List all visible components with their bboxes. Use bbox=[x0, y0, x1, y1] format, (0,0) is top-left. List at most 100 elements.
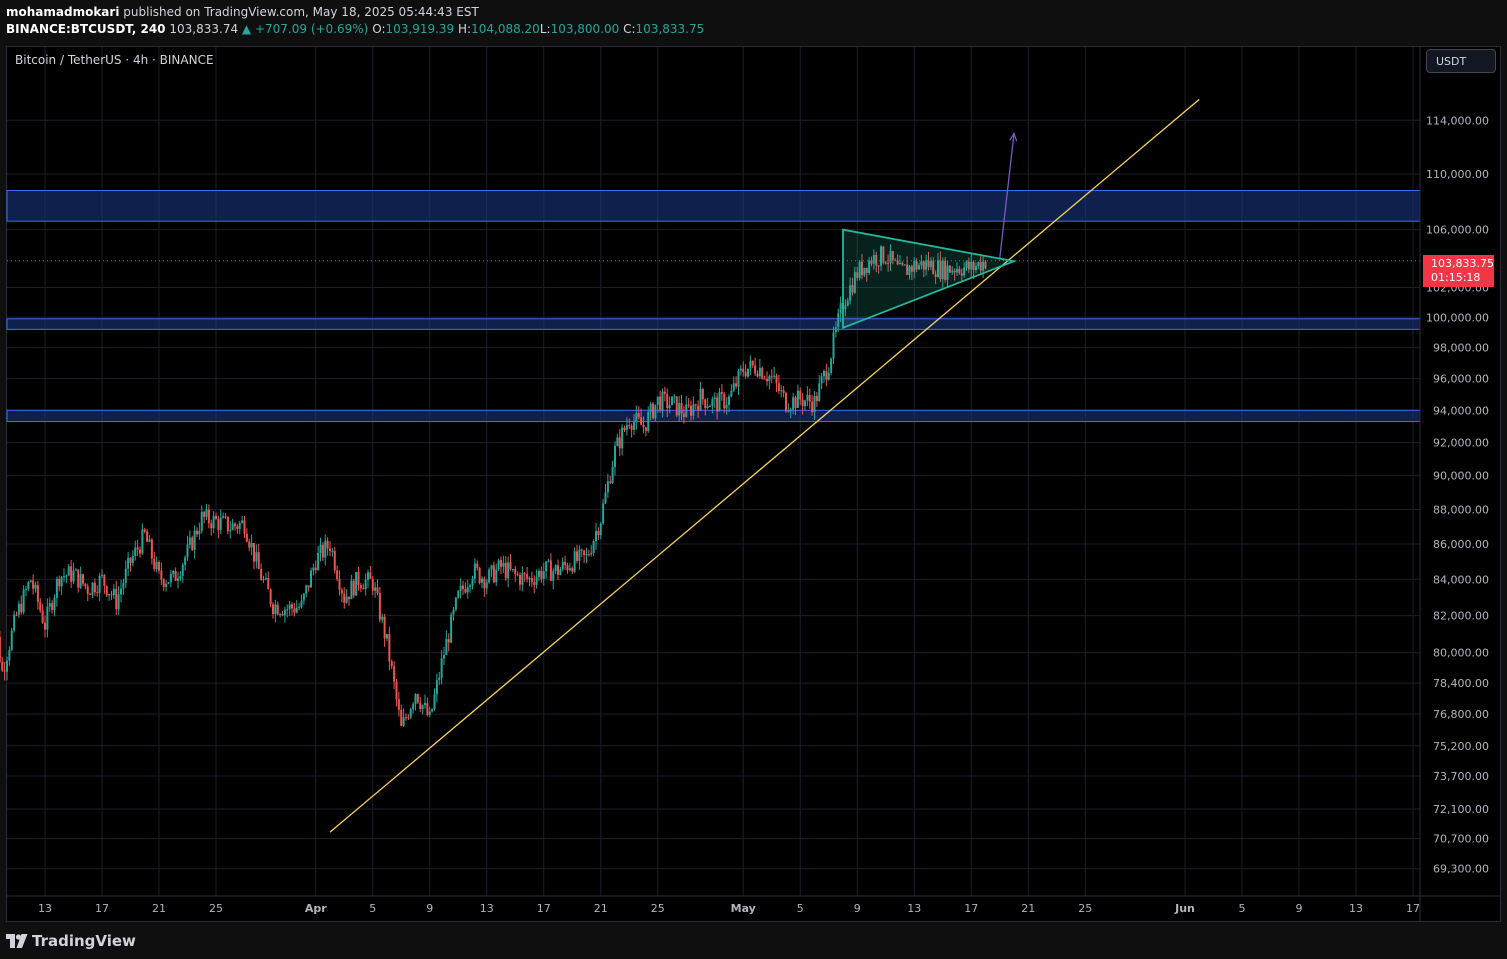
candle-up bbox=[592, 541, 595, 554]
candle-up bbox=[67, 566, 70, 576]
candle-up bbox=[692, 404, 695, 416]
candle-up bbox=[212, 515, 215, 529]
candle-up bbox=[459, 585, 462, 592]
time-tick-label: 9 bbox=[1296, 902, 1303, 915]
candle-up bbox=[561, 561, 564, 570]
candle-down bbox=[388, 633, 391, 662]
candle-up bbox=[792, 397, 795, 410]
price-tick-label: 80,000.00 bbox=[1433, 647, 1489, 660]
candle-up bbox=[466, 587, 469, 593]
candle-up bbox=[635, 413, 638, 422]
candle-down bbox=[628, 425, 631, 427]
candle-down bbox=[210, 523, 213, 529]
candle-down bbox=[504, 562, 507, 579]
candle-up bbox=[274, 604, 277, 615]
candle-up bbox=[148, 539, 151, 542]
candle-down bbox=[754, 365, 757, 374]
candle-up bbox=[374, 587, 377, 591]
candle-up bbox=[440, 658, 443, 678]
chart-grid bbox=[7, 47, 1420, 896]
price-zone bbox=[6, 189, 1421, 222]
price-chart[interactable]: 114,000.00110,000.00106,000.00102,000.00… bbox=[0, 0, 1507, 959]
candle-down bbox=[509, 562, 512, 570]
candle-up bbox=[813, 396, 816, 413]
candle-up bbox=[758, 367, 761, 377]
price-tick-label: 114,000.00 bbox=[1426, 114, 1489, 127]
candle-up bbox=[604, 492, 607, 504]
candle-down bbox=[723, 394, 726, 409]
candle-up bbox=[457, 591, 460, 598]
candle-up bbox=[573, 551, 576, 572]
candle-down bbox=[307, 585, 310, 588]
candle-down bbox=[533, 582, 536, 585]
candle-up bbox=[481, 578, 483, 583]
candle-up bbox=[141, 529, 144, 554]
candle-down bbox=[652, 403, 654, 419]
candle-down bbox=[395, 681, 398, 700]
candle-up bbox=[179, 575, 182, 579]
candle-up bbox=[98, 575, 101, 593]
candle-down bbox=[139, 549, 141, 554]
price-tick-label: 100,000.00 bbox=[1426, 311, 1489, 324]
candle-down bbox=[426, 703, 429, 716]
candle-down bbox=[744, 372, 747, 377]
candle-up bbox=[250, 543, 253, 548]
candle-up bbox=[364, 579, 367, 590]
candle-up bbox=[718, 392, 721, 412]
candle-down bbox=[763, 378, 766, 380]
currency-button[interactable]: USDT bbox=[1426, 49, 1496, 73]
candle-down bbox=[248, 541, 251, 548]
candle-down bbox=[701, 389, 704, 400]
time-tick-label: 17 bbox=[95, 902, 109, 915]
candle-down bbox=[146, 531, 149, 542]
candle-down bbox=[217, 519, 220, 530]
candle-up bbox=[381, 616, 384, 620]
candle-up bbox=[55, 578, 58, 598]
candle-down bbox=[224, 516, 227, 518]
candle-up bbox=[229, 529, 232, 532]
time-tick-label: 17 bbox=[1406, 902, 1420, 915]
candle-down bbox=[618, 437, 621, 449]
candle-down bbox=[226, 516, 229, 532]
candle-down bbox=[93, 582, 96, 593]
candle-down bbox=[571, 568, 574, 572]
candle-up bbox=[112, 588, 115, 596]
candle-down bbox=[523, 573, 526, 575]
candle-up bbox=[46, 606, 49, 630]
candle-down bbox=[136, 547, 139, 550]
time-tick-label: 5 bbox=[369, 902, 376, 915]
candle-up bbox=[324, 540, 327, 558]
candle-down bbox=[682, 413, 685, 417]
candle-up bbox=[621, 427, 624, 449]
price-tick-label: 75,200.00 bbox=[1433, 740, 1489, 753]
candle-up bbox=[350, 580, 353, 600]
candle-up bbox=[286, 609, 289, 611]
candle-up bbox=[471, 578, 474, 586]
candle-down bbox=[383, 616, 386, 639]
candle-down bbox=[36, 584, 39, 603]
candle-down bbox=[70, 566, 73, 582]
candle-up bbox=[402, 717, 405, 726]
candle-up bbox=[725, 404, 728, 409]
candle-down bbox=[500, 560, 502, 567]
candle-up bbox=[331, 550, 334, 552]
candle-down bbox=[770, 376, 773, 378]
candle-down bbox=[687, 404, 690, 406]
candle-up bbox=[590, 553, 593, 555]
candle-up bbox=[264, 578, 267, 580]
candle-down bbox=[158, 561, 160, 571]
candle-down bbox=[716, 397, 719, 412]
footer-brand[interactable]: TradingView bbox=[6, 930, 136, 952]
candle-up bbox=[177, 578, 179, 581]
candle-up bbox=[789, 409, 792, 412]
candle-down bbox=[376, 587, 379, 594]
time-tick-label: May bbox=[731, 902, 756, 915]
candle-down bbox=[257, 552, 260, 570]
price-tick-label: 92,000.00 bbox=[1433, 437, 1489, 450]
candle-down bbox=[203, 511, 206, 517]
candle-up bbox=[730, 390, 733, 397]
candle-down bbox=[576, 551, 578, 561]
candle-down bbox=[269, 589, 272, 605]
time-tick-label: 5 bbox=[797, 902, 804, 915]
candle-down bbox=[799, 390, 802, 400]
